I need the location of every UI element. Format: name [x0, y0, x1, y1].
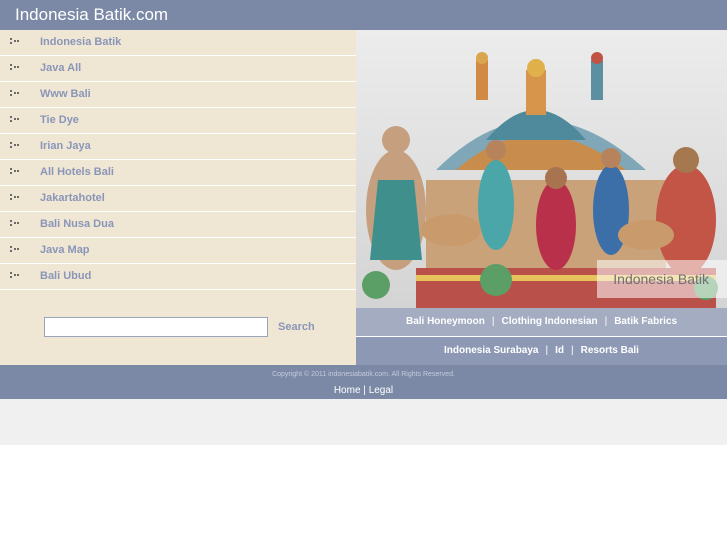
hero-caption: Indonesia Batik: [613, 271, 709, 287]
sidebar-item-label: All Hotels Bali: [40, 166, 114, 178]
sidebar-item-label: Www Bali: [40, 88, 91, 100]
sidebar-item-label: Bali Nusa Dua: [40, 218, 114, 230]
bullet-icon: [10, 168, 20, 177]
sidebar-item-indonesia-batik[interactable]: Indonesia Batik: [0, 30, 356, 56]
footer-link-home[interactable]: Home: [334, 385, 361, 396]
sidebar-item-www-bali[interactable]: Www Bali: [0, 82, 356, 108]
link-batik-fabrics[interactable]: Batik Fabrics: [614, 316, 677, 327]
sidebar-item-label: Indonesia Batik: [40, 36, 122, 48]
sidebar-item-irian-jaya[interactable]: Irian Jaya: [0, 134, 356, 160]
search-input[interactable]: [44, 317, 268, 337]
link-indonesia-surabaya[interactable]: Indonesia Surabaya: [444, 345, 538, 356]
sidebar-item-label: Tie Dye: [40, 114, 79, 126]
sidebar-nav: Indonesia Batik Java All Www Bali Tie Dy…: [0, 30, 356, 290]
sidebar: Indonesia Batik Java All Www Bali Tie Dy…: [0, 30, 356, 365]
sidebar-item-label: Bali Ubud: [40, 270, 92, 282]
link-clothing-indonesian[interactable]: Clothing Indonesian: [501, 316, 597, 327]
related-links-row-1: Bali Honeymoon | Clothing Indonesian | Batik…: [356, 308, 727, 336]
copyright-text: Copyright © 2011 indonesiabatik.com. All…: [272, 371, 455, 378]
footer-separator: |: [363, 385, 366, 396]
sidebar-item-bali-nusa-dua[interactable]: Bali Nusa Dua: [0, 212, 356, 238]
sidebar-item-label: Java All: [40, 62, 82, 74]
separator: |: [571, 345, 574, 356]
separator: |: [545, 345, 549, 356]
site-footer: Copyright © 2011 indonesiabatik.com. All…: [0, 365, 727, 399]
link-bali-honeymoon[interactable]: Bali Honeymoon: [406, 316, 485, 327]
sidebar-item-all-hotels-bali[interactable]: All Hotels Bali: [0, 160, 356, 186]
sidebar-item-label: Jakartahotel: [40, 192, 105, 204]
site-title[interactable]: Indonesia Batik.com: [15, 5, 168, 25]
bullet-icon: [10, 90, 20, 99]
bullet-icon: [10, 64, 20, 73]
bullet-icon: [10, 116, 20, 125]
sidebar-item-jakartahotel[interactable]: Jakartahotel: [0, 186, 356, 212]
sidebar-item-tie-dye[interactable]: Tie Dye: [0, 108, 356, 134]
hero-caption-box: Indonesia Batik: [597, 260, 727, 298]
site-header: Indonesia Batik.com: [0, 0, 727, 30]
link-id[interactable]: Id: [555, 345, 564, 356]
hero-image: Indonesia Batik: [356, 30, 727, 308]
footer-links: Home | Legal: [0, 385, 727, 396]
bullet-icon: [10, 220, 20, 229]
bullet-icon: [10, 194, 20, 203]
bottom-band: [0, 399, 727, 445]
search-button[interactable]: Search: [278, 321, 315, 333]
separator: |: [604, 316, 608, 327]
sidebar-item-java-all[interactable]: Java All: [0, 56, 356, 82]
bullet-icon: [10, 272, 20, 281]
related-links-row-2: Indonesia Surabaya | Id | Resorts Bali: [356, 337, 727, 365]
sidebar-item-label: Irian Jaya: [40, 140, 91, 152]
bullet-icon: [10, 142, 20, 151]
link-resorts-bali[interactable]: Resorts Bali: [581, 345, 639, 356]
bullet-icon: [10, 246, 20, 255]
sidebar-item-java-map[interactable]: Java Map: [0, 238, 356, 264]
footer-link-legal[interactable]: Legal: [369, 385, 393, 396]
bullet-icon: [10, 38, 20, 47]
sidebar-item-label: Java Map: [40, 244, 90, 256]
sidebar-item-bali-ubud[interactable]: Bali Ubud: [0, 264, 356, 290]
separator: |: [491, 316, 495, 327]
